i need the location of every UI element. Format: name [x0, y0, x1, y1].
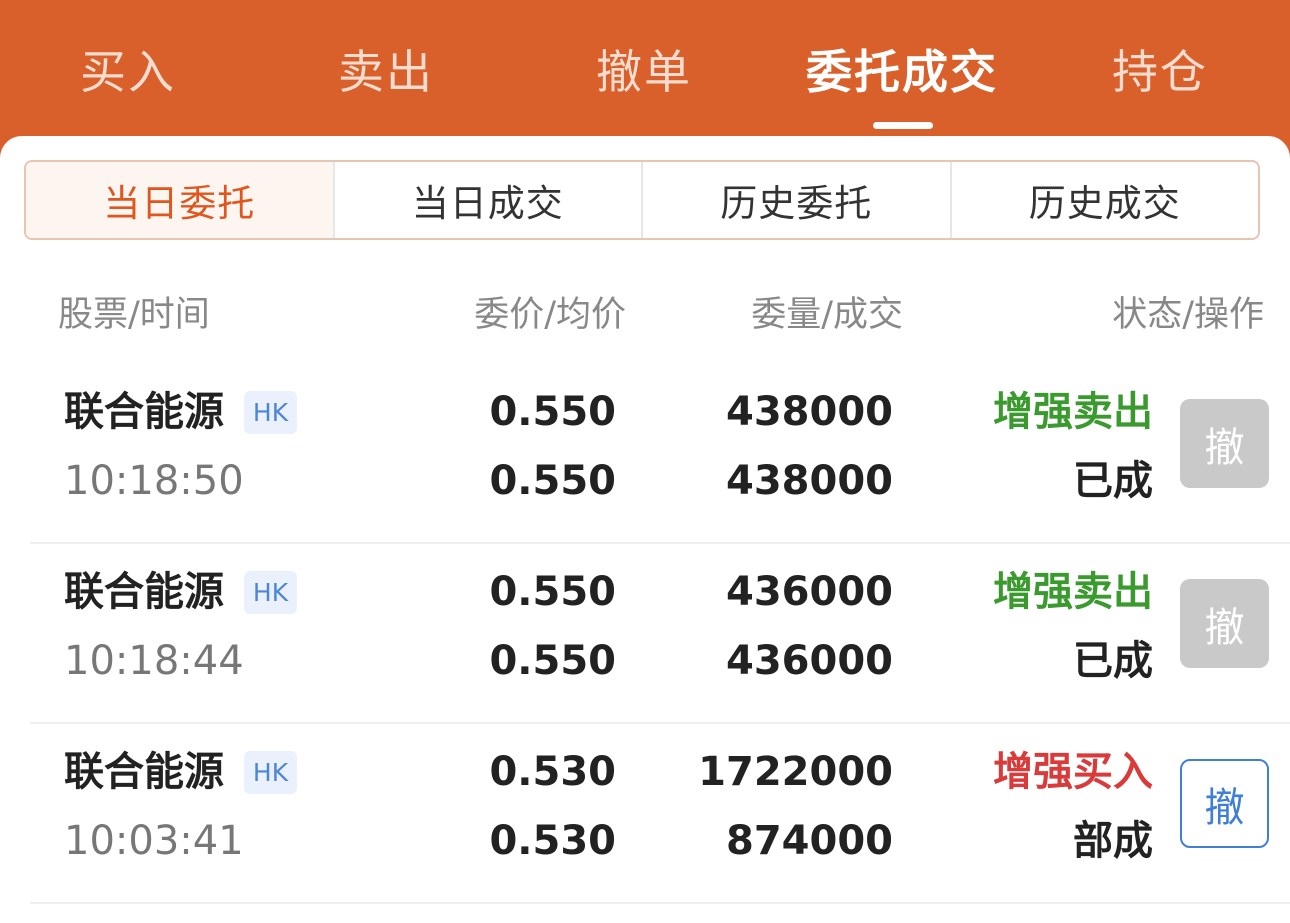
- segment-control: 当日委托 当日成交 历史委托 历史成交: [24, 160, 1260, 240]
- segment-history-orders[interactable]: 历史委托: [643, 162, 952, 238]
- order-time: 10:18:50: [64, 458, 244, 504]
- order-price: 0.530: [489, 749, 616, 795]
- fill-status: 部成: [1073, 818, 1153, 864]
- order-type: 增强卖出: [993, 389, 1153, 435]
- segment-history-trades[interactable]: 历史成交: [952, 162, 1259, 238]
- order-time: 10:03:41: [64, 818, 244, 864]
- avg-price: 0.550: [489, 638, 616, 684]
- order-quantity: 1722000: [698, 749, 893, 795]
- stock-name: 联合能源: [64, 389, 224, 435]
- order-time: 10:18:44: [64, 638, 244, 684]
- tab-positions[interactable]: 持仓: [1112, 40, 1208, 104]
- order-row[interactable]: 联合能源 HK 10:18:50 0.550 0.550 438000 4380…: [30, 364, 1290, 544]
- segment-today-trades[interactable]: 当日成交: [335, 162, 643, 238]
- fill-status: 已成: [1073, 458, 1153, 504]
- content-panel: 当日委托 当日成交 历史委托 历史成交 股票/时间 委价/均价 委量/成交 状态…: [0, 136, 1290, 923]
- filled-quantity: 436000: [726, 638, 893, 684]
- column-header-stock-time: 股票/时间: [58, 295, 210, 335]
- active-tab-indicator: [873, 122, 933, 129]
- order-price: 0.550: [489, 569, 616, 615]
- tab-buy[interactable]: 买入: [80, 40, 176, 104]
- cancel-button[interactable]: 撤: [1180, 759, 1269, 848]
- order-row[interactable]: 联合能源 HK 10:18:44 0.550 0.550 436000 4360…: [30, 544, 1290, 724]
- fill-status: 已成: [1073, 638, 1153, 684]
- filled-quantity: 438000: [726, 458, 893, 504]
- order-quantity: 438000: [726, 389, 893, 435]
- market-badge: HK: [244, 571, 297, 614]
- order-quantity: 436000: [726, 569, 893, 615]
- avg-price: 0.530: [489, 818, 616, 864]
- stock-name: 联合能源: [64, 749, 224, 795]
- order-type: 增强买入: [993, 749, 1153, 795]
- tab-sell[interactable]: 卖出: [338, 40, 434, 104]
- avg-price: 0.550: [489, 458, 616, 504]
- market-badge: HK: [244, 391, 297, 434]
- cancel-button[interactable]: 撤: [1180, 399, 1269, 488]
- column-header-status: 状态/操作: [1112, 295, 1264, 335]
- tab-orders-trades[interactable]: 委托成交: [806, 40, 998, 104]
- filled-quantity: 874000: [726, 818, 893, 864]
- column-header-quantity: 委量/成交: [751, 295, 903, 335]
- order-type: 增强卖出: [993, 569, 1153, 615]
- cancel-button[interactable]: 撤: [1180, 579, 1269, 668]
- stock-name: 联合能源: [64, 569, 224, 615]
- tab-cancel-order[interactable]: 撤单: [596, 40, 692, 104]
- order-row[interactable]: 联合能源 HK 10:03:41 0.530 0.530 1722000 874…: [30, 724, 1290, 904]
- top-tab-bar: 买入 卖出 撤单 委托成交 持仓: [0, 0, 1290, 136]
- market-badge: HK: [244, 751, 297, 794]
- order-price: 0.550: [489, 389, 616, 435]
- column-header-price: 委价/均价: [474, 295, 626, 335]
- segment-today-orders[interactable]: 当日委托: [26, 162, 335, 238]
- row-divider: [30, 902, 1290, 904]
